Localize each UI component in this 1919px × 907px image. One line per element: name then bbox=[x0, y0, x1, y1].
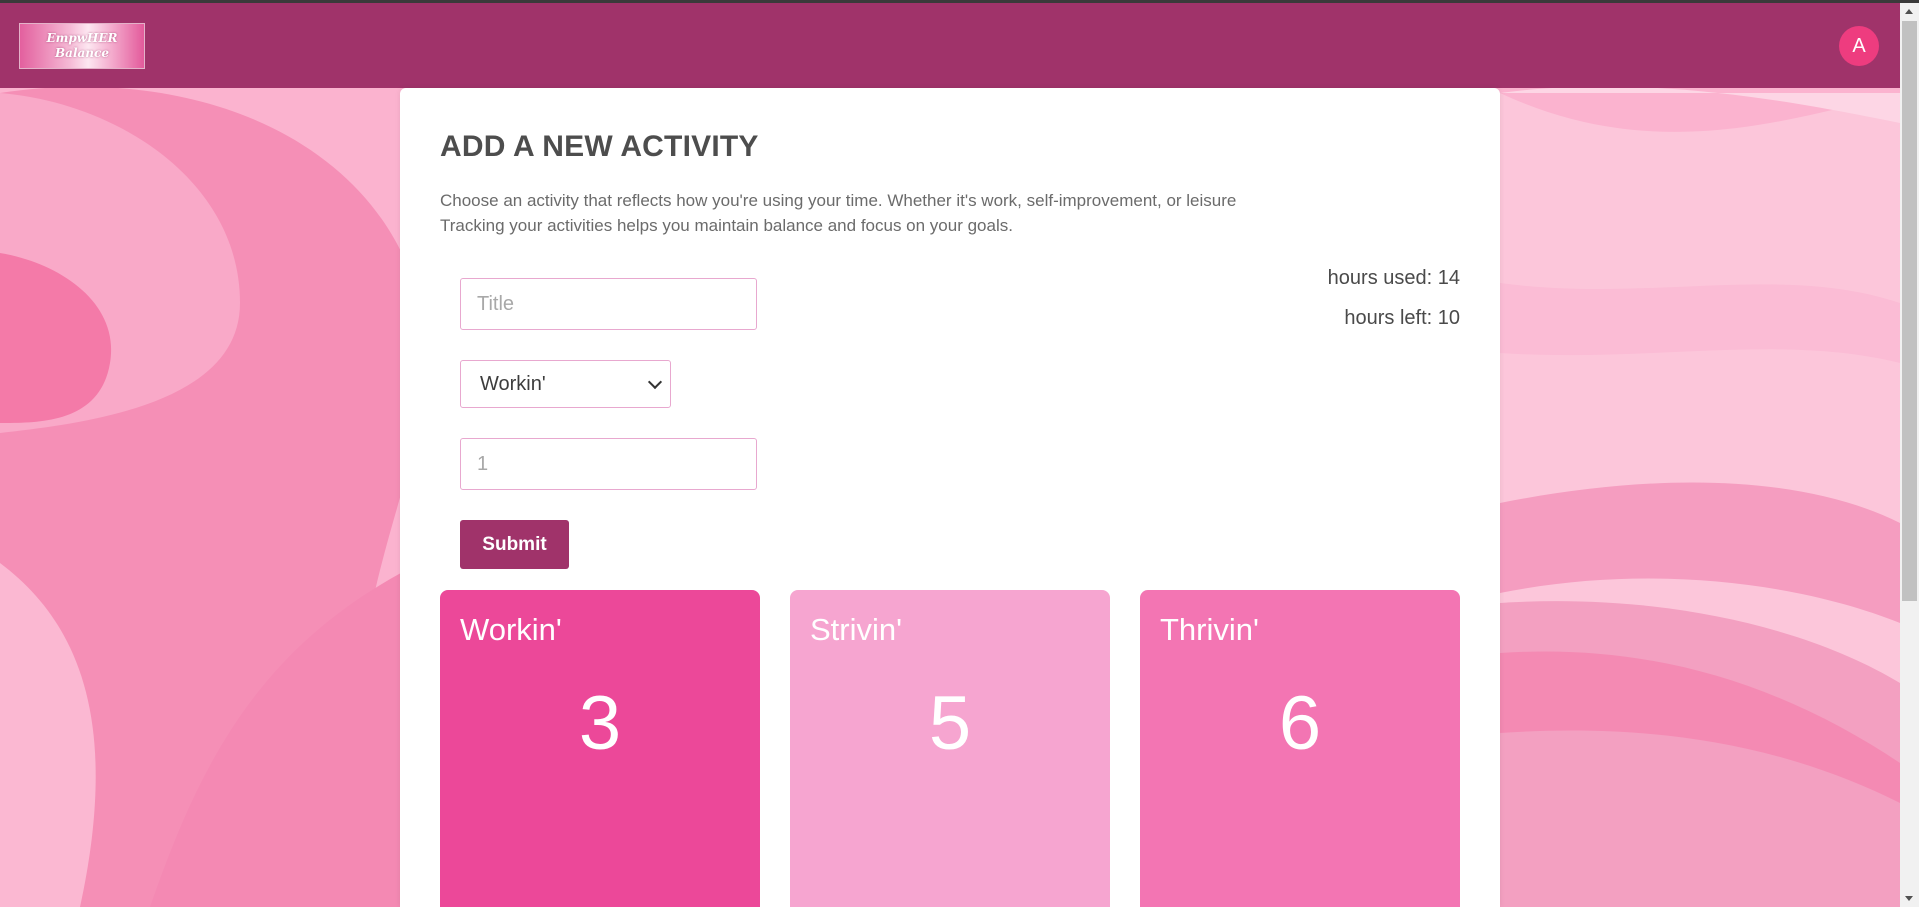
category-tile-strivin: Strivin' 5 bbox=[790, 590, 1110, 907]
title-input[interactable]: Title bbox=[460, 278, 757, 330]
scroll-down-icon[interactable] bbox=[1905, 896, 1913, 901]
logo-text-line1: EmpwHER bbox=[46, 31, 118, 45]
scrollbar-thumb[interactable] bbox=[1902, 21, 1917, 601]
submit-button[interactable]: Submit bbox=[460, 520, 569, 569]
tile-label: Workin' bbox=[460, 612, 562, 647]
chevron-down-icon bbox=[647, 374, 663, 390]
tile-value: 3 bbox=[578, 681, 622, 766]
category-select[interactable]: Workin' bbox=[460, 360, 671, 408]
page-title: ADD A NEW ACTIVITY bbox=[440, 130, 759, 163]
tile-value: 5 bbox=[928, 681, 972, 766]
scroll-up-icon[interactable] bbox=[1905, 9, 1913, 14]
top-navbar: EmpwHER Balance A bbox=[0, 3, 1900, 88]
hours-input[interactable]: 1 bbox=[460, 438, 757, 490]
category-tile-workin: Workin' 3 bbox=[440, 590, 760, 907]
tile-label: Strivin' bbox=[810, 612, 903, 647]
app-logo[interactable]: EmpwHER Balance bbox=[19, 23, 145, 69]
logo-text-line2: Balance bbox=[55, 46, 109, 60]
hours-stats: hours used: 14 hours left: 10 bbox=[1328, 258, 1460, 338]
description-line-2: Tracking your activities helps you maint… bbox=[440, 216, 1013, 235]
hours-used-text: hours used: 14 bbox=[1327, 267, 1460, 289]
activity-form-card: ADD A NEW ACTIVITY Choose an activity th… bbox=[400, 88, 1500, 907]
description-line-1: Choose an activity that reflects how you… bbox=[440, 191, 1237, 210]
tile-label: Thrivin' bbox=[1160, 612, 1259, 647]
tile-value: 6 bbox=[1278, 681, 1322, 766]
user-avatar[interactable]: A bbox=[1839, 26, 1879, 66]
category-tile-thrivin: Thrivin' 6 bbox=[1140, 590, 1460, 907]
page-description: Choose an activity that reflects how you… bbox=[440, 188, 1380, 238]
category-select-value: Workin' bbox=[480, 372, 546, 395]
page-scrollbar[interactable] bbox=[1900, 3, 1919, 907]
hours-left-text: hours left: 10 bbox=[1344, 307, 1460, 329]
